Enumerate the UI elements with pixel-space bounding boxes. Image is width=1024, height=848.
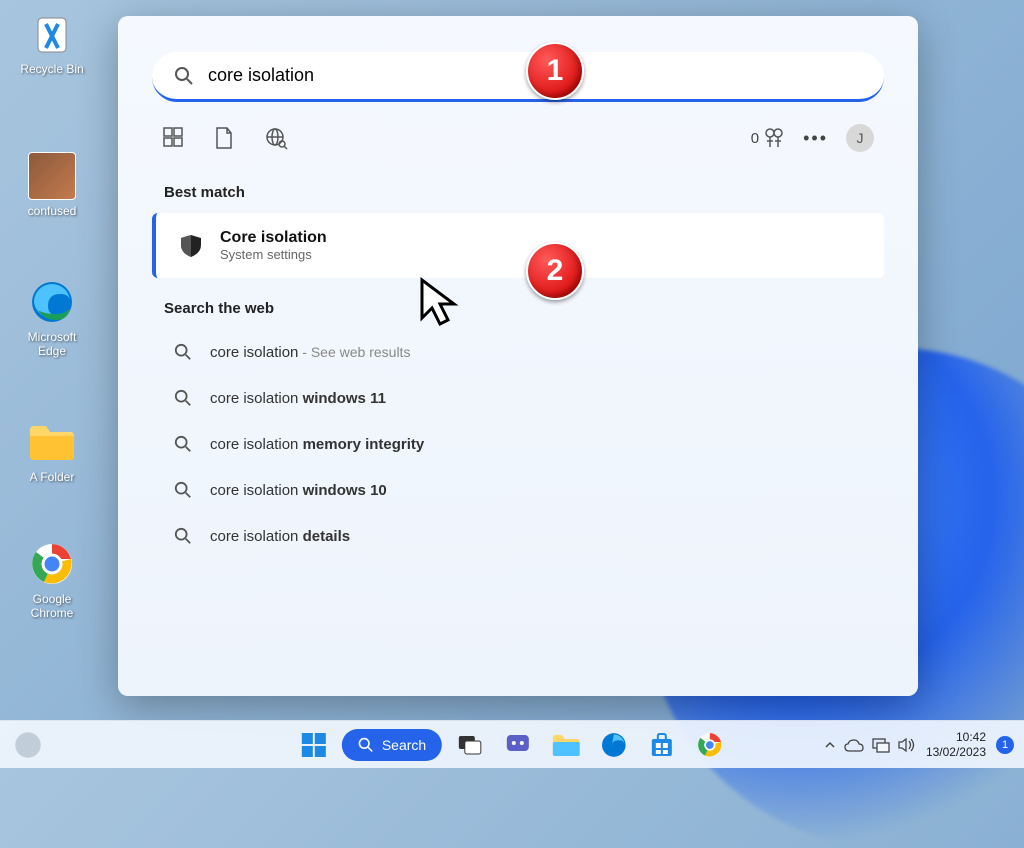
tray-volume-icon[interactable] xyxy=(898,737,916,753)
web-result-text: core isolation memory integrity xyxy=(210,436,424,453)
task-view-button[interactable] xyxy=(450,725,490,765)
category-apps-icon[interactable] xyxy=(162,126,184,150)
web-result-text: core isolation - See web results xyxy=(210,344,410,361)
web-result-text: core isolation details xyxy=(210,528,350,545)
tray-chevron-icon[interactable] xyxy=(824,739,836,751)
start-button[interactable] xyxy=(294,725,334,765)
desktop-icon-edge[interactable]: Microsoft Edge xyxy=(12,278,92,359)
best-match-subtitle: System settings xyxy=(220,247,327,262)
clock-time: 10:42 xyxy=(926,730,986,744)
search-panel: 0 ••• J Best match Core isolation System… xyxy=(118,16,918,696)
tray-onedrive-icon[interactable] xyxy=(844,738,864,752)
folder-icon xyxy=(28,418,76,466)
taskbar-store-icon[interactable] xyxy=(642,725,682,765)
desktop-icon-label: A Folder xyxy=(12,470,92,484)
taskbar-edge-faded[interactable] xyxy=(8,725,48,765)
chrome-icon xyxy=(28,540,76,588)
rewards-count: 0 xyxy=(751,130,759,147)
search-icon xyxy=(174,481,192,499)
best-match-heading: Best match xyxy=(164,184,884,201)
annotation-badge-2: 2 xyxy=(526,242,584,300)
desktop-icon-folder[interactable]: A Folder xyxy=(12,418,92,484)
desktop-icon-label: confused xyxy=(12,204,92,218)
desktop-icon-chrome[interactable]: Google Chrome xyxy=(12,540,92,621)
taskbar-chrome-icon[interactable] xyxy=(690,725,730,765)
taskbar-explorer-icon[interactable] xyxy=(546,725,586,765)
search-icon xyxy=(174,527,192,545)
search-icon xyxy=(174,66,194,86)
search-icon xyxy=(174,343,192,361)
best-match-result[interactable]: Core isolation System settings xyxy=(152,213,884,278)
recycle-bin-icon xyxy=(28,10,76,58)
best-match-title: Core isolation xyxy=(220,229,327,247)
shield-icon xyxy=(178,233,204,259)
search-box[interactable] xyxy=(152,52,884,102)
tray-network-icon[interactable] xyxy=(872,737,890,753)
web-result-item[interactable]: core isolation windows 11 xyxy=(152,375,884,421)
taskbar: Search 10:42 13/02/2023 xyxy=(0,720,1024,768)
edge-icon xyxy=(28,278,76,326)
taskbar-search-label: Search xyxy=(382,737,426,753)
taskbar-edge-icon[interactable] xyxy=(594,725,634,765)
web-result-item[interactable]: core isolation windows 10 xyxy=(152,467,884,513)
web-result-item[interactable]: core isolation memory integrity xyxy=(152,421,884,467)
taskbar-chat-icon[interactable] xyxy=(498,725,538,765)
web-result-item[interactable]: core isolation - See web results xyxy=(152,329,884,375)
photo-icon xyxy=(28,152,76,200)
web-results-list: core isolation - See web results core is… xyxy=(152,329,884,559)
clock-date: 13/02/2023 xyxy=(926,745,986,759)
web-result-text: core isolation windows 10 xyxy=(210,482,387,499)
web-result-text: core isolation windows 11 xyxy=(210,390,386,407)
user-avatar[interactable]: J xyxy=(846,124,874,152)
web-result-item[interactable]: core isolation details xyxy=(152,513,884,559)
search-web-heading: Search the web xyxy=(164,300,884,317)
search-icon xyxy=(174,389,192,407)
rewards-indicator[interactable]: 0 xyxy=(751,127,785,149)
annotation-badge-1: 1 xyxy=(526,42,584,100)
search-categories-row: 0 ••• J xyxy=(152,120,884,162)
desktop-icon-confused[interactable]: confused xyxy=(12,152,92,218)
taskbar-clock[interactable]: 10:42 13/02/2023 xyxy=(926,730,986,759)
system-tray[interactable] xyxy=(824,737,916,753)
search-icon xyxy=(174,435,192,453)
desktop-icon-label: Google Chrome xyxy=(12,592,92,621)
desktop-icon-recycle-bin[interactable]: Recycle Bin xyxy=(12,10,92,76)
desktop-icon-label: Microsoft Edge xyxy=(12,330,92,359)
notification-badge[interactable]: 1 xyxy=(996,736,1014,754)
cursor-icon xyxy=(418,276,462,332)
taskbar-search-button[interactable]: Search xyxy=(342,729,442,761)
category-web-icon[interactable] xyxy=(264,126,288,150)
more-options-button[interactable]: ••• xyxy=(803,128,828,149)
category-documents-icon[interactable] xyxy=(214,126,234,150)
desktop-icon-label: Recycle Bin xyxy=(12,62,92,76)
